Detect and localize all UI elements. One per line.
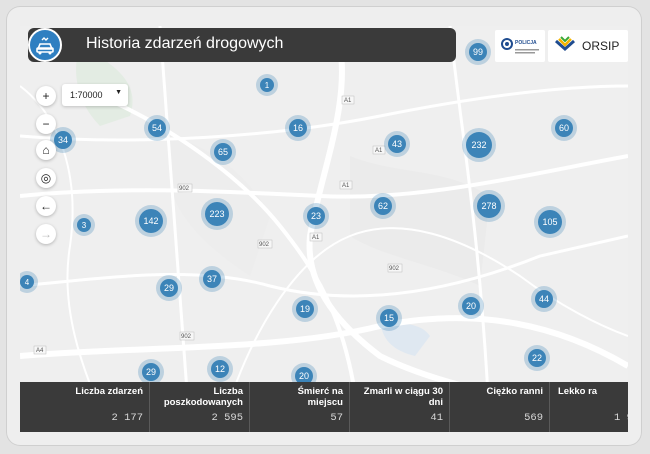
stat-died-30-days: Zmarli w ciągu 30 dni 41: [350, 382, 450, 432]
road-label: 902: [179, 186, 190, 192]
stat-death-on-site: Śmierć na miejscu 57: [250, 382, 350, 432]
road-label: A1: [375, 148, 383, 154]
cluster-marker[interactable]: 16: [289, 119, 307, 137]
stat-label: Liczba zdarzeń: [75, 386, 143, 397]
stat-value: 569: [524, 412, 543, 424]
road-label: A4: [36, 348, 44, 354]
cluster-marker[interactable]: 54: [148, 119, 166, 137]
police-logo[interactable]: POLICJA: [495, 30, 545, 62]
cluster-marker[interactable]: 20: [462, 297, 480, 315]
cluster-marker[interactable]: 1: [260, 78, 274, 92]
cluster-marker[interactable]: 142: [139, 209, 163, 233]
arrow-left-icon: ←: [40, 199, 52, 213]
stat-value: 2 177: [111, 412, 143, 424]
road-label: 902: [259, 242, 270, 248]
chevron-down-icon: ▼: [115, 89, 122, 96]
home-button[interactable]: ⌂: [36, 140, 56, 160]
cluster-marker[interactable]: 62: [374, 197, 392, 215]
road-label: 902: [181, 334, 192, 340]
cluster-marker[interactable]: 65: [214, 143, 232, 161]
app-logo[interactable]: [28, 28, 62, 62]
back-button[interactable]: ←: [36, 196, 56, 216]
stat-value: 1 9: [614, 412, 628, 424]
stat-label: Ciężko ranni: [486, 386, 544, 397]
cluster-marker[interactable]: 4: [20, 275, 34, 289]
stat-value: 2 595: [211, 412, 243, 424]
stat-lightly-injured: Lekko ra 1 9: [550, 382, 628, 432]
stat-label: Liczba poszkodowanych: [163, 386, 243, 408]
scale-value: 1:70000: [70, 90, 103, 100]
stat-label: Śmierć na miejscu: [297, 386, 343, 408]
road-label: A1: [344, 98, 352, 104]
cluster-marker[interactable]: 223: [205, 202, 229, 226]
cluster-marker[interactable]: 3: [77, 218, 91, 232]
orsip-logo[interactable]: ORSIP: [548, 30, 628, 62]
cluster-marker[interactable]: 29: [160, 279, 178, 297]
road-label: 902: [389, 266, 400, 272]
police-logo-label: POLICJA: [515, 40, 537, 46]
cluster-marker[interactable]: 23: [307, 207, 325, 225]
zoom-out-button[interactable]: −: [36, 114, 56, 134]
cluster-marker[interactable]: 278: [477, 194, 501, 218]
police-badge-icon: [501, 38, 539, 54]
cluster-marker[interactable]: 19: [296, 300, 314, 318]
forward-button[interactable]: →: [36, 224, 56, 244]
cluster-marker[interactable]: 29: [142, 363, 160, 381]
road-label: A1: [342, 183, 350, 189]
cluster-marker[interactable]: 37: [203, 270, 221, 288]
cluster-marker[interactable]: 34: [54, 131, 72, 149]
cluster-marker[interactable]: 105: [538, 210, 562, 234]
cluster-marker[interactable]: 44: [535, 290, 553, 308]
road-label: A1: [312, 235, 320, 241]
stat-value: 41: [430, 412, 443, 424]
cluster-marker[interactable]: 12: [211, 360, 229, 378]
cluster-marker[interactable]: 60: [555, 119, 573, 137]
stat-label: Lekko ra: [558, 386, 598, 397]
scale-select[interactable]: 1:70000 ▼: [62, 84, 128, 106]
cluster-marker[interactable]: 99: [469, 43, 487, 61]
cluster-marker[interactable]: 232: [466, 132, 492, 158]
zoom-in-button[interactable]: +: [36, 86, 56, 106]
page-title: Historia zdarzeń drogowych: [86, 35, 284, 52]
stat-value: 57: [330, 412, 343, 424]
car-accident-icon: [36, 37, 54, 55]
arrow-right-icon: →: [40, 227, 52, 241]
cluster-marker[interactable]: 43: [388, 135, 406, 153]
stat-seriously-injured: Ciężko ranni 569: [450, 382, 550, 432]
cluster-marker[interactable]: 15: [380, 309, 398, 327]
stat-label: Zmarli w ciągu 30 dni: [363, 386, 443, 408]
stat-injured: Liczba poszkodowanych 2 595: [150, 382, 250, 432]
statistics-bar: Liczba zdarzeń 2 177 Liczba poszkodowany…: [20, 382, 628, 432]
locate-button[interactable]: ◎: [36, 168, 56, 188]
cluster-marker[interactable]: 22: [528, 349, 546, 367]
home-icon: ⌂: [42, 143, 50, 157]
locate-icon: ◎: [40, 171, 52, 185]
orsip-logo-label: ORSIP: [582, 39, 620, 53]
stat-accidents: Liczba zdarzeń 2 177: [20, 382, 150, 432]
